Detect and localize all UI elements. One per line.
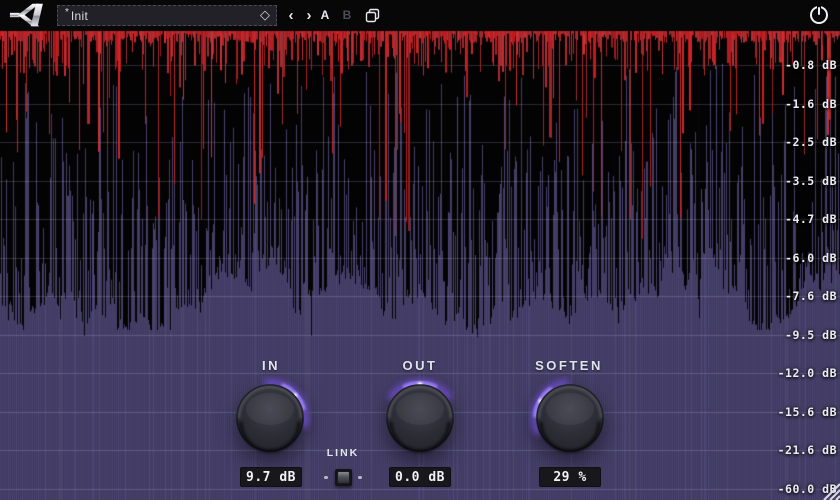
preset-prev-button[interactable]: ‹ xyxy=(283,0,299,30)
toolbar: * Init ◇ ‹ › A B xyxy=(0,0,840,30)
db-scale-label: -3.5 dB xyxy=(747,173,837,189)
out-knob-label: OUT xyxy=(350,358,490,373)
ab-compare-a-button[interactable]: A xyxy=(316,0,334,30)
preset-menu-diamond-icon[interactable]: ◇ xyxy=(260,7,270,23)
link-toggle-button[interactable] xyxy=(335,469,352,486)
copy-preset-button[interactable] xyxy=(360,0,384,30)
preset-selector[interactable]: * Init ◇ xyxy=(57,5,277,26)
resize-grip[interactable] xyxy=(816,476,840,500)
link-label: LINK xyxy=(293,447,393,459)
link-toggle-cap xyxy=(337,471,350,484)
out-value-field[interactable]: 0.0 dB xyxy=(389,467,451,487)
link-dash-left xyxy=(324,476,328,479)
db-scale-label: -6.0 dB xyxy=(747,250,837,266)
in-value-field[interactable]: 9.7 dB xyxy=(240,467,302,487)
db-scale-label: -21.6 dB xyxy=(747,442,837,458)
power-icon xyxy=(808,4,830,26)
db-scale-label: -7.6 dB xyxy=(747,288,837,304)
preset-name: Init xyxy=(71,9,88,23)
db-scale-label: -9.5 dB xyxy=(747,327,837,343)
soften-knob-label: SOFTEN xyxy=(499,358,639,373)
db-scale-label: -4.7 dB xyxy=(747,211,837,227)
db-scale-label: -0.8 dB xyxy=(747,57,837,73)
copy-icon xyxy=(365,8,380,23)
bypass-power-button[interactable] xyxy=(808,4,830,26)
preset-modified-marker: * xyxy=(65,7,69,18)
db-scale-label: -2.5 dB xyxy=(747,134,837,150)
link-dash-right xyxy=(358,476,362,479)
db-scale-label: -1.6 dB xyxy=(747,96,837,112)
soften-knob[interactable] xyxy=(528,376,612,460)
brand-k-logo xyxy=(6,2,52,28)
ab-compare-b-button[interactable]: B xyxy=(338,0,356,30)
preset-next-button[interactable]: › xyxy=(301,0,317,30)
db-scale-label: -12.0 dB xyxy=(747,365,837,381)
db-scale-label: -15.6 dB xyxy=(747,404,837,420)
plugin-window: * Init ◇ ‹ › A B -0.8 dB -1.6 dB -2.5 dB -3… xyxy=(0,0,840,500)
in-knob-label: IN xyxy=(201,358,341,373)
soften-value-field[interactable]: 29 % xyxy=(539,467,601,487)
